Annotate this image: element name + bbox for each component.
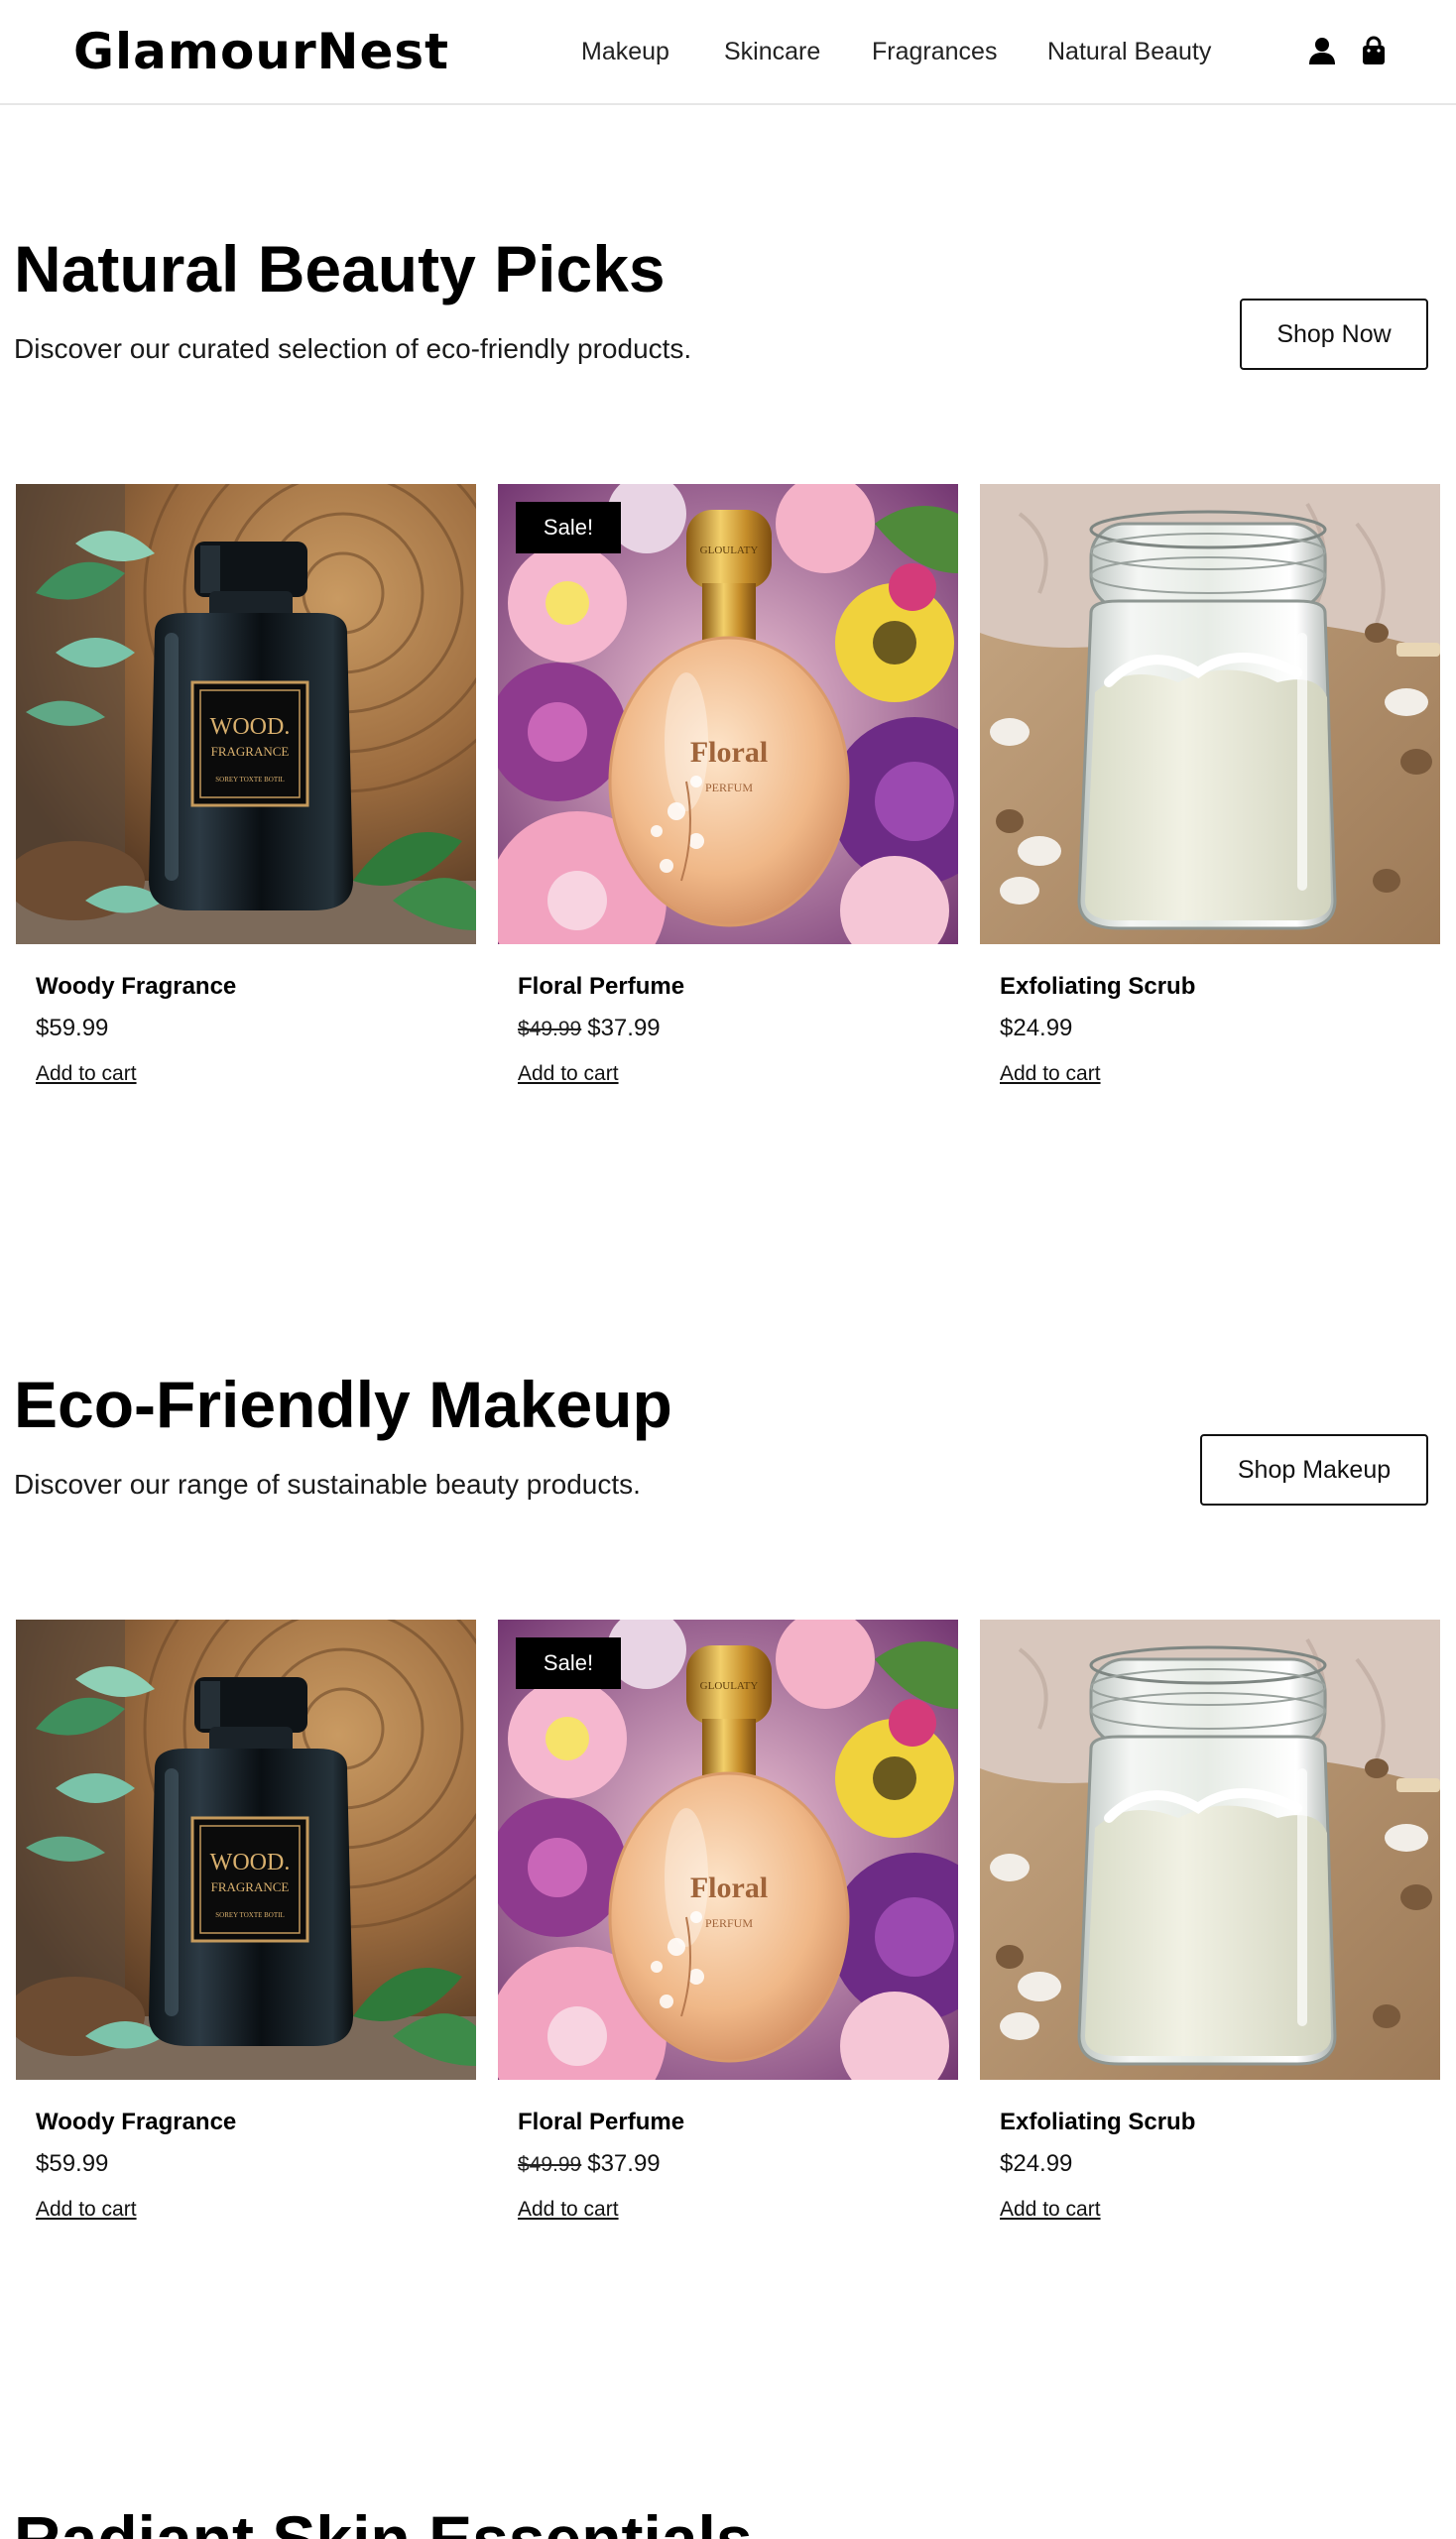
- sale-price: $37.99: [587, 1015, 661, 1041]
- section-title: Radiant Skin Essentials: [14, 2502, 753, 2539]
- product-price: $49.99 $37.99: [518, 2147, 661, 2182]
- section-title: Eco-Friendly Makeup: [14, 1368, 672, 1441]
- product-card: WOOD. FRAGRANCE SOREY TOXTE BOTIL Woody …: [16, 484, 476, 1119]
- add-to-cart-link[interactable]: Add to cart: [36, 2195, 137, 2225]
- section-subtitle: Discover our curated selection of eco-fr…: [14, 333, 692, 364]
- section-title: Natural Beauty Picks: [14, 232, 666, 305]
- svg-text:PERFUM: PERFUM: [705, 1916, 753, 1930]
- wood-fragrance-bottle-image[interactable]: WOOD. FRAGRANCE SOREY TOXTE BOTIL: [16, 1620, 476, 2080]
- product-name[interactable]: Floral Perfume: [518, 970, 684, 1004]
- svg-text:Floral: Floral: [690, 736, 768, 769]
- product-name[interactable]: Woody Fragrance: [36, 2106, 236, 2139]
- nav-item-fragrances[interactable]: Fragrances: [872, 34, 997, 69]
- product-grid: WOOD. FRAGRANCE SOREY TOXTE BOTIL Woody …: [16, 484, 1440, 1119]
- svg-text:WOOD.: WOOD.: [210, 714, 291, 740]
- product-price: $59.99: [36, 1012, 108, 1045]
- svg-text:PERFUM: PERFUM: [705, 781, 753, 794]
- product-card: Exfoliating Scrub $24.99 Add to cart: [980, 484, 1440, 1119]
- current-price: $59.99: [36, 2150, 109, 2177]
- product-card: WOOD. FRAGRANCE SOREY TOXTE BOTIL Woody …: [16, 1620, 476, 2254]
- product-price: $49.99 $37.99: [518, 1012, 661, 1046]
- shopping-bag-icon[interactable]: [1359, 36, 1389, 65]
- nav-item-makeup[interactable]: Makeup: [581, 34, 669, 69]
- svg-text:SOREY TOXTE BOTIL: SOREY TOXTE BOTIL: [215, 776, 284, 784]
- current-price: $24.99: [1000, 1015, 1073, 1041]
- add-to-cart-link[interactable]: Add to cart: [518, 1059, 619, 1089]
- svg-text:SOREY TOXTE BOTIL: SOREY TOXTE BOTIL: [215, 1911, 284, 1919]
- svg-text:Floral: Floral: [690, 1872, 768, 1904]
- svg-text:GLOULATY: GLOULATY: [700, 1680, 759, 1692]
- scrub-jar-image[interactable]: [980, 484, 1440, 944]
- product-grid: WOOD. FRAGRANCE SOREY TOXTE BOTIL Woody …: [16, 1620, 1440, 2254]
- shop-now-button[interactable]: Shop Now: [1240, 299, 1428, 370]
- user-icon[interactable]: [1307, 36, 1337, 65]
- add-to-cart-link[interactable]: Add to cart: [36, 1059, 137, 1089]
- add-to-cart-link[interactable]: Add to cart: [518, 2195, 619, 2225]
- sale-badge: Sale!: [516, 502, 621, 553]
- nav-item-skincare[interactable]: Skincare: [724, 34, 820, 69]
- original-price: $49.99: [518, 1018, 582, 1040]
- product-name[interactable]: Woody Fragrance: [36, 970, 236, 1004]
- current-price: $24.99: [1000, 2150, 1073, 2177]
- product-price: $24.99: [1000, 1012, 1072, 1045]
- section-subtitle: Discover our range of sustainable beauty…: [14, 1469, 641, 1500]
- current-price: $59.99: [36, 1015, 109, 1041]
- product-card: GLOULATY Floral PERFUM Sale! Floral Perf…: [498, 484, 958, 1119]
- original-price: $49.99: [518, 2153, 582, 2176]
- product-price: $24.99: [1000, 2147, 1072, 2181]
- product-card: Exfoliating Scrub $24.99 Add to cart: [980, 1620, 1440, 2254]
- svg-text:WOOD.: WOOD.: [210, 1850, 291, 1875]
- scrub-jar-image[interactable]: [980, 1620, 1440, 2080]
- add-to-cart-link[interactable]: Add to cart: [1000, 1059, 1101, 1089]
- svg-text:FRAGRANCE: FRAGRANCE: [211, 1879, 290, 1894]
- svg-text:GLOULATY: GLOULATY: [700, 544, 759, 556]
- product-name[interactable]: Exfoliating Scrub: [1000, 2106, 1195, 2139]
- sale-price: $37.99: [587, 2150, 661, 2177]
- svg-text:FRAGRANCE: FRAGRANCE: [211, 744, 290, 759]
- product-price: $59.99: [36, 2147, 108, 2181]
- shop-makeup-button[interactable]: Shop Makeup: [1200, 1434, 1428, 1506]
- product-card: GLOULATY Floral PERFUM Sale! Floral Perf…: [498, 1620, 958, 2254]
- product-name[interactable]: Exfoliating Scrub: [1000, 970, 1195, 1004]
- add-to-cart-link[interactable]: Add to cart: [1000, 2195, 1101, 2225]
- sale-badge: Sale!: [516, 1637, 621, 1689]
- wood-fragrance-bottle-image[interactable]: WOOD. FRAGRANCE SOREY TOXTE BOTIL: [16, 484, 476, 944]
- brand-logo[interactable]: GlamourNest: [73, 18, 449, 85]
- site-header: GlamourNest Makeup Skincare Fragrances N…: [0, 0, 1456, 105]
- nav-item-natural-beauty[interactable]: Natural Beauty: [1047, 34, 1211, 69]
- product-name[interactable]: Floral Perfume: [518, 2106, 684, 2139]
